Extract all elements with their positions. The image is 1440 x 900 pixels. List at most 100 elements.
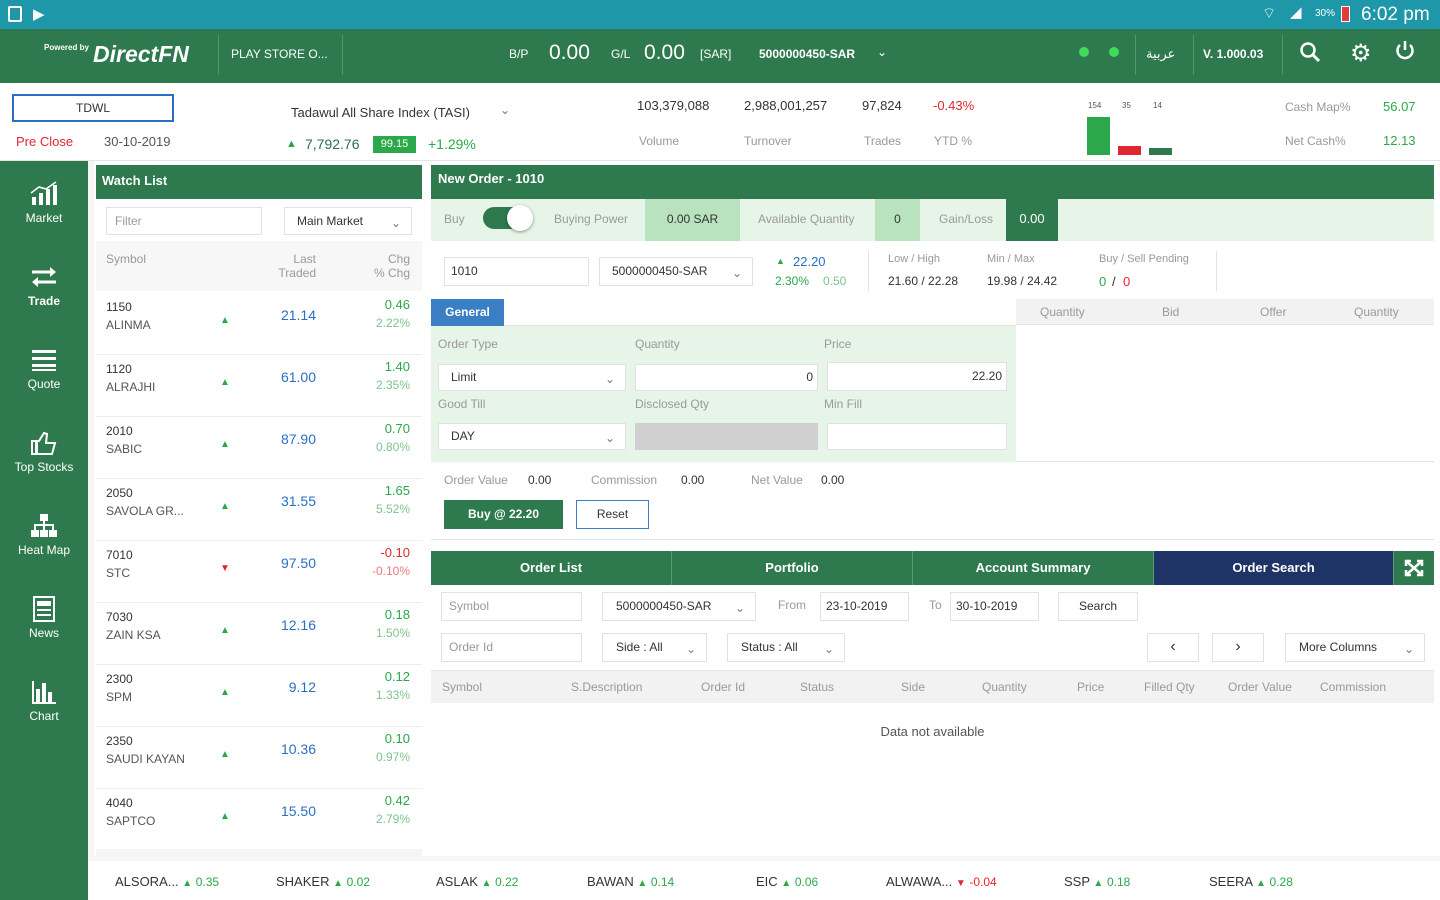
expand-icon[interactable] bbox=[1394, 551, 1434, 585]
nav-market[interactable]: Market bbox=[0, 161, 88, 241]
col-filled-qty: Filled Qty bbox=[1144, 680, 1195, 694]
status-select[interactable]: Status : All bbox=[727, 633, 845, 663]
trades-value: 97,824 bbox=[862, 98, 902, 113]
down-arrow-icon: ▼ bbox=[220, 563, 230, 574]
row-change: -0.10 bbox=[380, 545, 410, 560]
watch-list-row[interactable]: 1120 ALRAJHI ▲ 61.00 1.40 2.35% bbox=[96, 355, 422, 417]
power-icon[interactable] bbox=[1394, 39, 1416, 61]
turnover-label: Turnover bbox=[744, 134, 792, 148]
symbol-filter-input[interactable]: Symbol bbox=[441, 592, 582, 621]
row-change-pct: 0.80% bbox=[375, 440, 410, 454]
tab-order-search[interactable]: Order Search bbox=[1154, 551, 1394, 585]
side-select[interactable]: Side : All bbox=[602, 633, 707, 663]
row-change: 1.65 bbox=[384, 483, 410, 498]
good-till-select[interactable]: DAY bbox=[438, 423, 626, 451]
exchange-selector[interactable]: TDWL bbox=[12, 94, 174, 122]
next-page-button[interactable]: › bbox=[1212, 633, 1264, 662]
min-fill-input[interactable] bbox=[827, 423, 1007, 450]
order-type-label: Order Type bbox=[438, 337, 498, 351]
more-columns-select[interactable]: More Columns bbox=[1285, 633, 1425, 663]
nav-quote[interactable]: Quote bbox=[0, 327, 88, 407]
tab-account-summary[interactable]: Account Summary bbox=[913, 551, 1154, 585]
col-side: Side bbox=[901, 680, 926, 694]
ticker-item[interactable]: EIC ▲ 0.06 bbox=[756, 874, 818, 889]
tab-general[interactable]: General bbox=[431, 299, 504, 326]
row-change: 0.42 bbox=[384, 793, 410, 808]
quantity-input[interactable]: 0 bbox=[635, 364, 818, 391]
reset-button[interactable]: Reset bbox=[576, 500, 649, 529]
watch-list-row[interactable]: 1150 ALINMA ▲ 21.14 0.46 2.22% bbox=[96, 293, 422, 355]
account-select[interactable]: 5000000450-SAR bbox=[759, 47, 855, 61]
ticker-symbol: EIC bbox=[756, 874, 778, 889]
chevron-down-icon[interactable]: ⌄ bbox=[500, 103, 510, 117]
clock: 6:02 pm bbox=[1361, 4, 1430, 25]
index-selector[interactable]: Tadawul All Share Index (TASI) bbox=[291, 105, 470, 120]
search-icon[interactable] bbox=[1299, 41, 1321, 63]
watch-list-column-header: Symbol Last Traded Chg % Chg bbox=[96, 241, 422, 291]
ticker-item[interactable]: BAWAN ▲ 0.14 bbox=[587, 874, 674, 889]
tab-portfolio[interactable]: Portfolio bbox=[672, 551, 913, 585]
advances-bar bbox=[1087, 117, 1110, 155]
new-order-header: New Order - 1010 bbox=[431, 165, 1434, 199]
watch-list-row[interactable]: 2350 SAUDI KAYAN ▲ 10.36 0.10 0.97% bbox=[96, 727, 422, 789]
watch-list-row[interactable]: 4040 SAPTCO ▲ 15.50 0.42 2.79% bbox=[96, 789, 422, 851]
order-account-select[interactable]: 5000000450-SAR bbox=[599, 257, 753, 287]
ticker-item[interactable]: SHAKER ▲ 0.02 bbox=[276, 874, 370, 889]
ticker-item[interactable]: ASLAK ▲ 0.22 bbox=[436, 874, 518, 889]
declines-bar bbox=[1118, 146, 1141, 155]
row-last-price: 21.14 bbox=[280, 307, 316, 323]
order-id-input[interactable]: Order Id bbox=[441, 633, 582, 662]
filter-input[interactable]: Filter bbox=[106, 207, 262, 235]
ticker-item[interactable]: SEERA ▲ 0.28 bbox=[1209, 874, 1293, 889]
row-last-price: 97.50 bbox=[280, 555, 316, 571]
nav-news[interactable]: News bbox=[0, 576, 88, 656]
watch-list-row[interactable]: 2010 SABIC ▲ 87.90 0.70 0.80% bbox=[96, 417, 422, 479]
buy-button[interactable]: Buy @ 22.20 bbox=[444, 500, 563, 529]
ticker-item[interactable]: SSP ▲ 0.18 bbox=[1064, 874, 1130, 889]
min-max-value: 19.98 / 24.42 bbox=[987, 274, 1058, 288]
up-arrow-icon: ▲ bbox=[1093, 878, 1104, 889]
nav-top-stocks[interactable]: Top Stocks bbox=[0, 410, 88, 490]
watch-list-row[interactable]: 7030 ZAIN KSA ▲ 12.16 0.18 1.50% bbox=[96, 603, 422, 665]
wifi-icon: ⌔ bbox=[1262, 5, 1277, 22]
watch-list-row[interactable]: 7010 STC ▼ 97.50 -0.10 -0.10% bbox=[96, 541, 422, 603]
ticker-item[interactable]: ALSORA... ▲ 0.35 bbox=[115, 874, 219, 889]
language-toggle[interactable]: عربية bbox=[1146, 46, 1175, 62]
trades-label: Trades bbox=[864, 134, 901, 148]
nav-label-market: Market bbox=[25, 211, 63, 225]
watch-list-header: Watch List bbox=[96, 165, 422, 199]
signal-icon: ◢ bbox=[1290, 4, 1302, 21]
version-label: V. 1.000.03 bbox=[1203, 47, 1264, 61]
search-button[interactable]: Search bbox=[1058, 592, 1138, 621]
nav-chart[interactable]: Chart bbox=[0, 659, 88, 739]
store-button[interactable]: PLAY STORE O... bbox=[231, 47, 328, 61]
row-symbol-name: STC bbox=[106, 566, 130, 580]
market-select[interactable]: Main Market bbox=[284, 207, 412, 236]
gear-icon[interactable]: ⚙ bbox=[1350, 39, 1372, 68]
pre-close-label: Pre Close bbox=[16, 134, 74, 149]
up-arrow-icon: ▲ bbox=[286, 138, 297, 150]
row-symbol-code: 1120 bbox=[106, 362, 132, 376]
up-arrow-icon: ▲ bbox=[333, 878, 343, 889]
from-date-input[interactable]: 23-10-2019 bbox=[820, 592, 909, 621]
tab-order-list[interactable]: Order List bbox=[431, 551, 672, 585]
price-input[interactable]: 22.20 bbox=[827, 362, 1007, 391]
row-symbol-name: SAUDI KAYAN bbox=[106, 752, 185, 766]
watch-list-row[interactable]: 2300 SPM ▲ 9.12 0.12 1.33% bbox=[96, 665, 422, 727]
order-search-account-select[interactable]: 5000000450-SAR bbox=[602, 592, 756, 622]
order-symbol-input[interactable]: 1010 bbox=[444, 257, 589, 286]
to-date-input[interactable]: 30-10-2019 bbox=[950, 592, 1039, 621]
buy-sell-toggle[interactable] bbox=[483, 205, 533, 231]
watch-list-row[interactable]: 2050 SAVOLA GR... ▲ 31.55 1.65 5.52% bbox=[96, 479, 422, 541]
row-change-pct: 0.97% bbox=[375, 750, 410, 764]
cash-map-value: 56.07 bbox=[1383, 99, 1416, 114]
up-arrow-icon: ▲ bbox=[776, 256, 785, 266]
ticker-item[interactable]: ALWAWA... ▼ -0.04 bbox=[886, 874, 997, 889]
order-type-select[interactable]: Limit bbox=[438, 364, 626, 392]
nav-heat-map[interactable]: Heat Map bbox=[0, 493, 88, 573]
nav-trade[interactable]: Trade bbox=[0, 244, 88, 324]
depth-offer-qty: Quantity bbox=[1354, 305, 1399, 319]
prev-page-button[interactable]: ‹ bbox=[1147, 633, 1199, 662]
row-symbol-name: ALRAJHI bbox=[106, 380, 156, 394]
chevron-down-icon[interactable]: ⌄ bbox=[877, 45, 887, 59]
